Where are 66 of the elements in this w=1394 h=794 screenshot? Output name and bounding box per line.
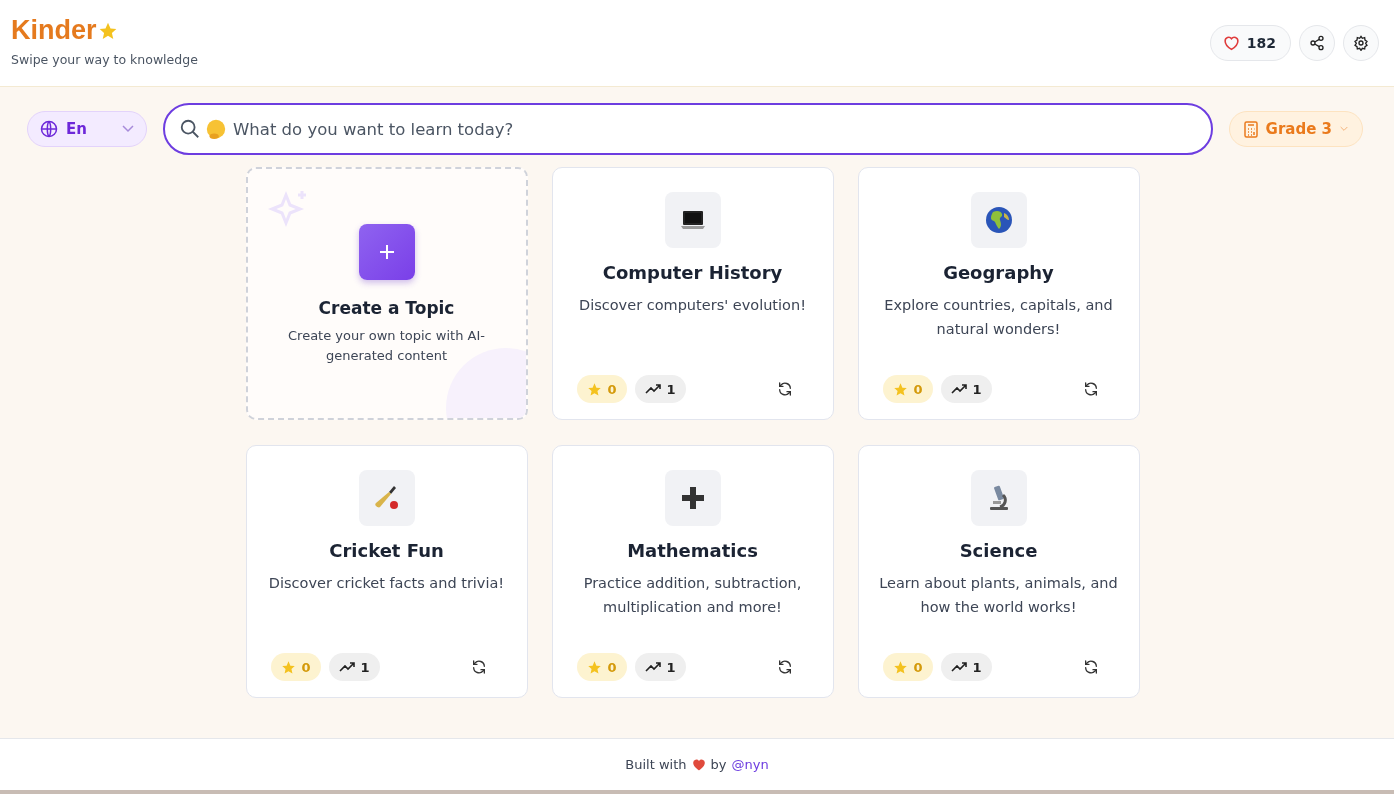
star-icon <box>892 659 908 675</box>
search-field[interactable]: What do you want to learn today? <box>163 103 1213 155</box>
trend-count: 1 <box>328 653 380 681</box>
search-icon <box>179 118 201 140</box>
card-description: Learn about plants, animals, and how the world works! <box>878 574 1119 617</box>
stars-count: 0 <box>576 375 627 403</box>
trend-icon <box>644 383 661 395</box>
card-description: Discover cricket facts and trivia! <box>268 574 505 593</box>
globe-icon <box>40 120 58 138</box>
card-title: Science <box>959 540 1038 561</box>
topic-card[interactable]: Computer History Discover computers' evolution! 0 1 <box>551 167 834 420</box>
stars-count: 0 <box>576 653 627 681</box>
trend-count: 1 <box>940 653 992 681</box>
calculator-icon <box>1243 120 1258 138</box>
search-input[interactable]: What do you want to learn today? <box>231 118 1197 140</box>
card-title: Create a Topic <box>318 297 455 318</box>
card-title: Cricket Fun <box>329 540 444 561</box>
create-topic-card[interactable]: Create a Topic Create your own topic with AI-generated content <box>245 167 528 420</box>
star-icon <box>586 659 602 675</box>
author-link[interactable]: @nyn <box>731 757 769 772</box>
add-button[interactable] <box>358 223 415 280</box>
card-title: Geography <box>943 262 1054 283</box>
star-icon <box>586 381 602 397</box>
card-title: Computer History <box>602 262 783 283</box>
stars-count: 0 <box>882 375 933 403</box>
topic-card[interactable]: Mathematics Practice addition, subtraction, multiplication and more! 0 1 <box>551 445 834 698</box>
footer-text: Built with <box>625 757 687 772</box>
heart-icon <box>691 758 706 771</box>
topic-card[interactable]: Cricket Fun Discover cricket facts and trivia! 0 1 <box>245 445 528 698</box>
star-icon <box>892 381 908 397</box>
heart-icon <box>1222 35 1240 51</box>
topic-card[interactable]: Geography Explore countries, capitals, and natural wonders! 0 1 <box>857 167 1140 420</box>
stars-count: 0 <box>882 653 933 681</box>
settings-button[interactable] <box>1343 25 1379 61</box>
trend-count: 1 <box>940 375 992 403</box>
globe-icon <box>983 205 1014 235</box>
like-button[interactable]: 182 <box>1209 25 1291 61</box>
chevron-down-icon <box>122 125 134 133</box>
chevron-down-icon <box>1340 126 1348 132</box>
trend-count: 1 <box>634 375 686 403</box>
share-button[interactable] <box>1299 25 1335 61</box>
share-icon <box>1309 35 1325 51</box>
language-selector[interactable]: En <box>27 111 147 147</box>
trend-icon <box>338 661 355 673</box>
card-description: Discover computers' evolution! <box>579 296 806 315</box>
refresh-icon[interactable] <box>776 381 793 397</box>
topic-card[interactable]: Science Learn about plants, animals, and how the world works! 0 1 <box>857 445 1140 698</box>
card-description: Practice addition, subtraction, multiplication and more! <box>582 574 803 617</box>
trend-icon <box>950 661 967 673</box>
trend-icon <box>644 661 661 673</box>
plus-icon <box>377 242 396 261</box>
refresh-icon[interactable] <box>1082 659 1099 675</box>
card-description: Explore countries, capitals, and natural wonders! <box>883 296 1114 339</box>
card-title: Mathematics <box>627 540 758 561</box>
stars-count: 0 <box>270 653 321 681</box>
trend-icon <box>950 383 967 395</box>
star-icon <box>280 659 296 675</box>
trend-count: 1 <box>634 653 686 681</box>
tagline: Swipe your way to knowledge <box>11 52 198 67</box>
card-description: Create your own topic with AI-generated content <box>287 326 486 365</box>
refresh-icon[interactable] <box>1082 381 1099 397</box>
refresh-icon[interactable] <box>470 659 487 675</box>
refresh-icon[interactable] <box>776 659 793 675</box>
footer-text: by <box>710 757 727 772</box>
settings-icon <box>1353 35 1369 51</box>
app-logo: Kinder <box>11 15 97 46</box>
